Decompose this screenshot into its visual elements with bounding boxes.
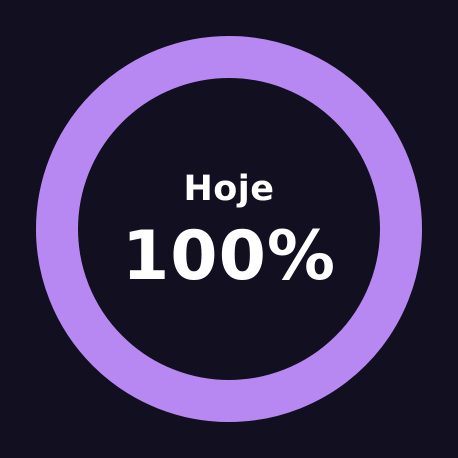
progress-value: 100% xyxy=(121,216,337,296)
progress-widget: Hoje 100% xyxy=(0,0,458,458)
progress-center: Hoje 100% xyxy=(0,0,458,458)
progress-label: Hoje xyxy=(183,168,275,209)
